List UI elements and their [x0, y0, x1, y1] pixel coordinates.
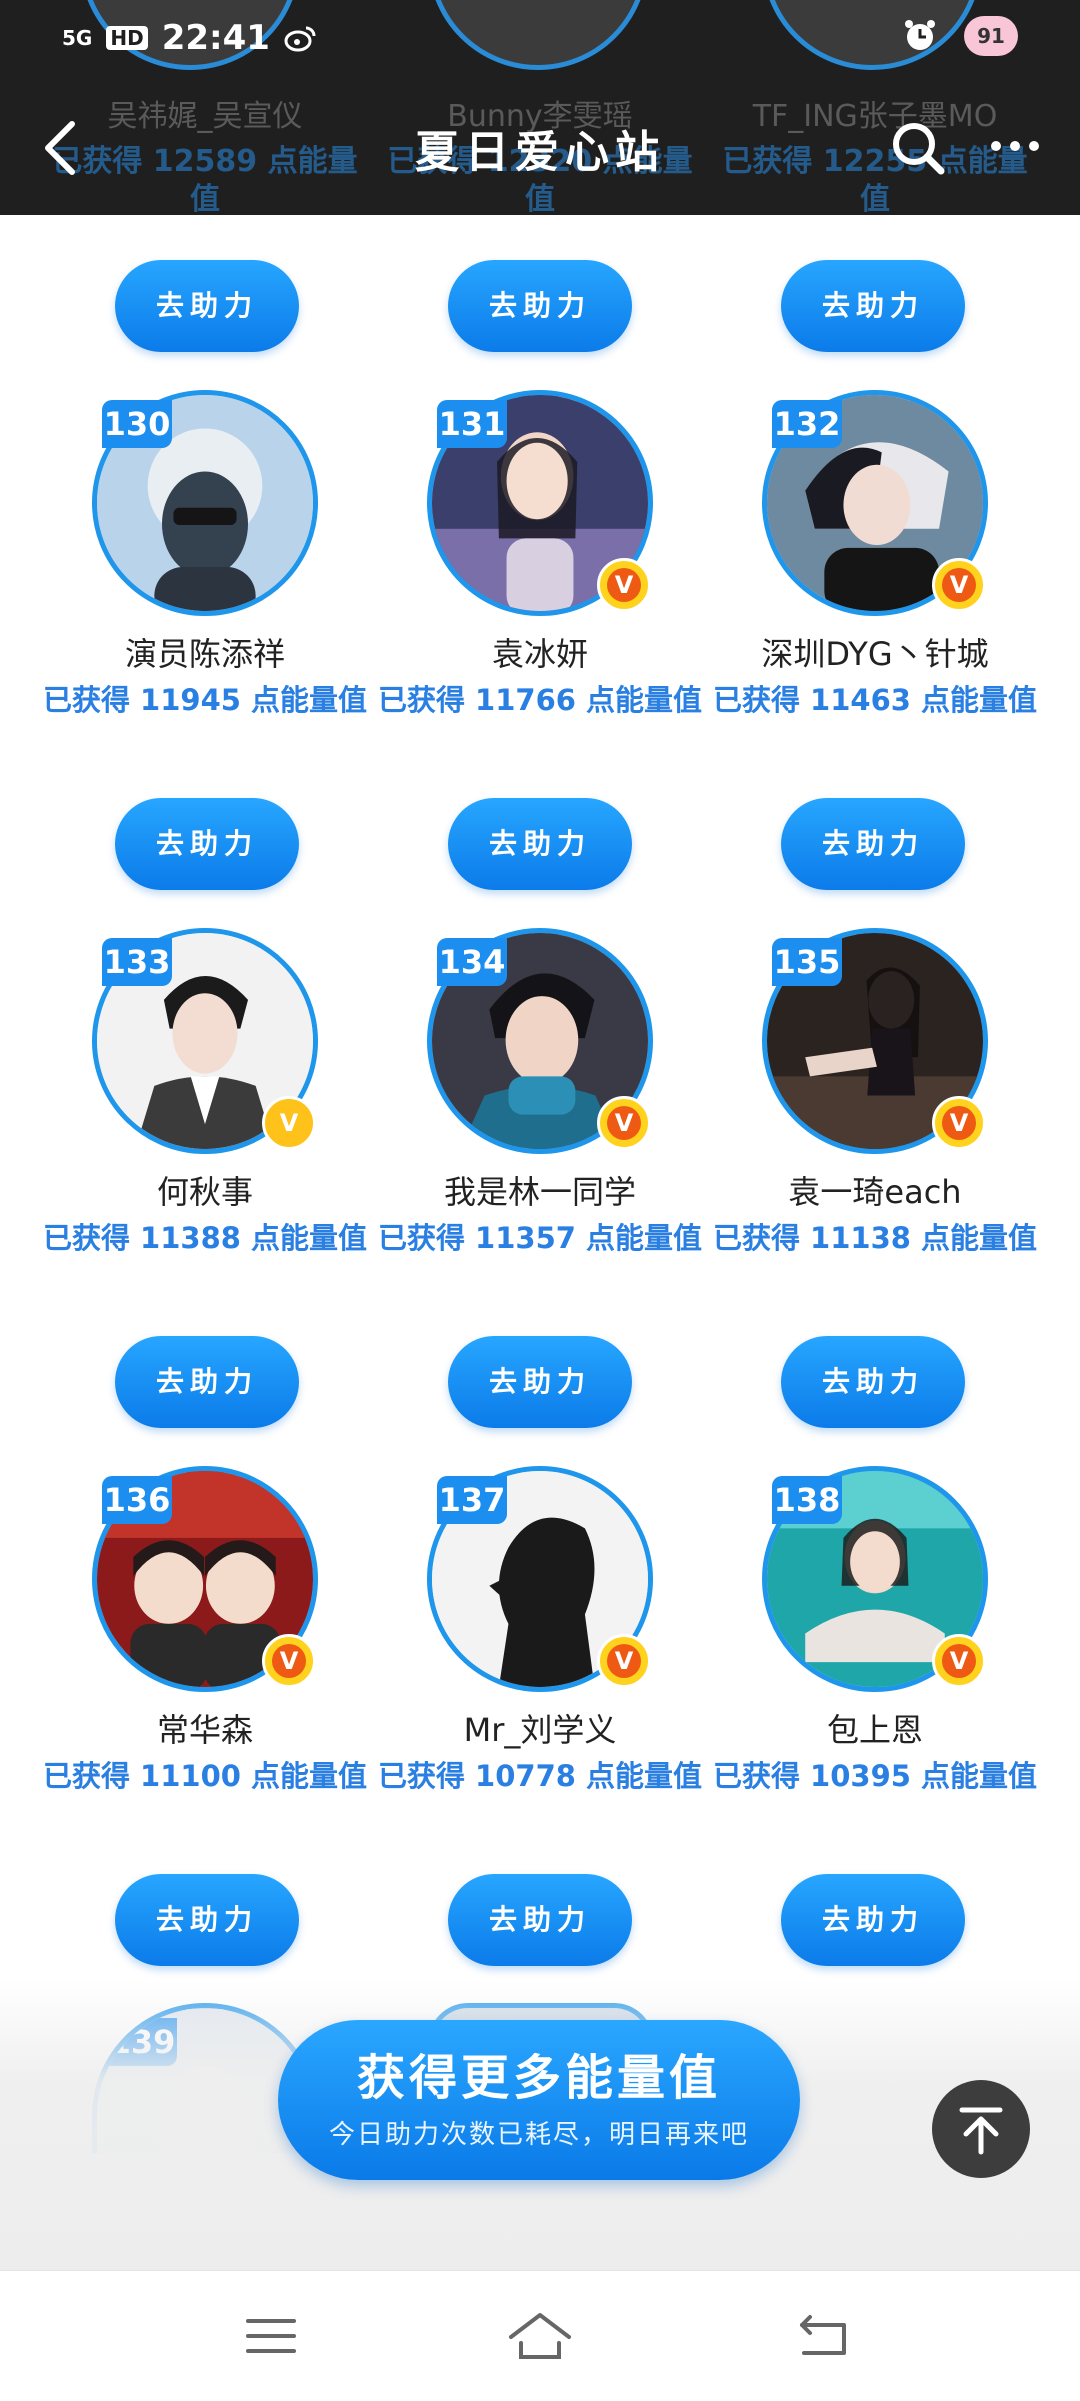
star-card[interactable]: 138 V 包上恩 已获得 10395 点能量值	[710, 1466, 1040, 1856]
rank-badge: 136	[102, 1476, 172, 1524]
more-dots-icon[interactable]	[988, 118, 1042, 174]
verified-badge: V	[932, 1096, 986, 1150]
energy-score: 已获得 11463 点能量值	[712, 683, 1038, 717]
help-button[interactable]: 去助力	[781, 260, 965, 352]
star-card[interactable]: 134 V 我是林一同学 已获得 11357 点能量值	[375, 928, 705, 1318]
weibo-icon	[284, 26, 316, 52]
verified-badge: V	[597, 558, 651, 612]
help-button-row: 去助力 去助力 去助力	[0, 1874, 1080, 1970]
energy-score: 已获得 10778 点能量值	[377, 1759, 703, 1793]
verified-v-icon: V	[607, 1106, 641, 1140]
star-name: 袁冰妍	[491, 635, 588, 673]
star-card[interactable]: 133 V 何秋事 已获得 11388 点能量值	[40, 928, 370, 1318]
help-button-row: 去助力 去助力 去助力	[0, 260, 1080, 356]
alarm-icon	[905, 20, 935, 50]
star-name: Mr_刘学义	[463, 1711, 617, 1749]
scroll-to-top-button[interactable]	[932, 2080, 1030, 2178]
verified-v-icon: V	[607, 568, 641, 602]
energy-score: 已获得 11357 点能量值	[377, 1221, 703, 1255]
help-button-row: 去助力 去助力 去助力	[0, 798, 1080, 894]
rank-badge: 133	[102, 938, 172, 986]
system-navigation-bar	[0, 2270, 1080, 2401]
star-name: 何秋事	[156, 1173, 253, 1211]
help-button[interactable]: 去助力	[781, 798, 965, 890]
star-card[interactable]: 136 V 常华森 已获得 11100 点能量值	[40, 1466, 370, 1856]
verified-badge: V	[597, 1096, 651, 1150]
energy-score: 已获得 11100 点能量值	[42, 1759, 368, 1793]
help-button[interactable]: 去助力	[115, 260, 299, 352]
rank-badge: 134	[437, 938, 507, 986]
cta-title: 获得更多能量值	[356, 2050, 721, 2106]
arrow-up-icon	[959, 2107, 1003, 2155]
energy-score: 已获得 11766 点能量值	[377, 683, 703, 717]
verified-badge: V	[932, 1634, 986, 1688]
energy-score: 已获得 11945 点能量值	[42, 683, 368, 717]
star-name: 袁一琦each	[788, 1173, 962, 1211]
help-button[interactable]: 去助力	[781, 1336, 965, 1428]
back-icon[interactable]	[788, 2301, 858, 2371]
verified-badge: V	[932, 558, 986, 612]
energy-score: 已获得 10395 点能量值	[712, 1759, 1038, 1793]
rank-badge: 130	[102, 400, 172, 448]
rank-badge: 132	[772, 400, 842, 448]
star-name: 常华森	[156, 1711, 253, 1749]
cta-subtitle: 今日助力次数已耗尽，明日再来吧	[328, 2120, 749, 2150]
star-card[interactable]: 135 V 袁一琦each 已获得 11138 点能量值	[710, 928, 1040, 1318]
home-icon[interactable]	[505, 2301, 575, 2371]
rank-badge: 137	[437, 1476, 507, 1524]
battery-indicator: 91	[964, 16, 1018, 56]
help-button[interactable]: 去助力	[115, 1336, 299, 1428]
energy-score: 已获得 11388 点能量值	[42, 1221, 368, 1255]
verified-badge: V	[262, 1096, 316, 1150]
status-bar-right: 91	[902, 16, 1018, 56]
get-more-energy-button[interactable]: 获得更多能量值 今日助力次数已耗尽，明日再来吧	[278, 2020, 800, 2180]
rank-badge: 135	[772, 938, 842, 986]
help-button[interactable]: 去助力	[448, 1336, 632, 1428]
help-button[interactable]: 去助力	[448, 1874, 632, 1966]
star-card[interactable]: 137 V Mr_刘学义 已获得 10778 点能量值	[375, 1466, 705, 1856]
hd-indicator: HD	[106, 26, 148, 50]
help-button[interactable]: 去助力	[115, 798, 299, 890]
star-name: 深圳DYG丶针城	[761, 635, 989, 673]
verified-v-icon: V	[942, 1106, 976, 1140]
status-bar-left: 5G HD 22:41	[62, 18, 316, 58]
help-button[interactable]: 去助力	[448, 798, 632, 890]
rank-badge: 131	[437, 400, 507, 448]
menu-icon[interactable]	[236, 2301, 306, 2371]
verified-v-icon: V	[272, 1644, 306, 1678]
star-card[interactable]: 130 演员陈添祥 已获得 11945 点能量值	[40, 390, 370, 780]
star-name: 演员陈添祥	[124, 635, 285, 673]
help-button[interactable]: 去助力	[781, 1874, 965, 1966]
help-button[interactable]: 去助力	[115, 1874, 299, 1966]
network-indicator: 5G	[62, 26, 93, 50]
help-button-row: 去助力 去助力 去助力	[0, 1336, 1080, 1432]
energy-score: 已获得 11138 点能量值	[712, 1221, 1038, 1255]
verified-badge: V	[597, 1634, 651, 1688]
help-button[interactable]: 去助力	[448, 260, 632, 352]
header-nav: 夏日爱心站	[0, 108, 1080, 188]
top-bar: 吴祎娓_吴宣仪 Bunny李雯瑶 TF_ING张子墨MO 已获得 12589 点…	[0, 0, 1080, 215]
clock: 22:41	[161, 18, 270, 58]
verified-v-icon: V	[942, 568, 976, 602]
star-card[interactable]: 131 V 袁冰妍 已获得 11766 点能量值	[375, 390, 705, 780]
avatar	[428, 0, 648, 70]
rank-badge: 138	[772, 1476, 842, 1524]
star-name: 我是林一同学	[443, 1173, 636, 1211]
star-card[interactable]: 132 V 深圳DYG丶针城 已获得 11463 点能量值	[710, 390, 1040, 780]
verified-v-icon: V	[942, 1644, 976, 1678]
star-name: 包上恩	[826, 1711, 923, 1749]
verified-v-icon: V	[272, 1106, 306, 1140]
verified-v-icon: V	[607, 1644, 641, 1678]
verified-badge: V	[262, 1634, 316, 1688]
search-icon[interactable]	[890, 120, 946, 176]
